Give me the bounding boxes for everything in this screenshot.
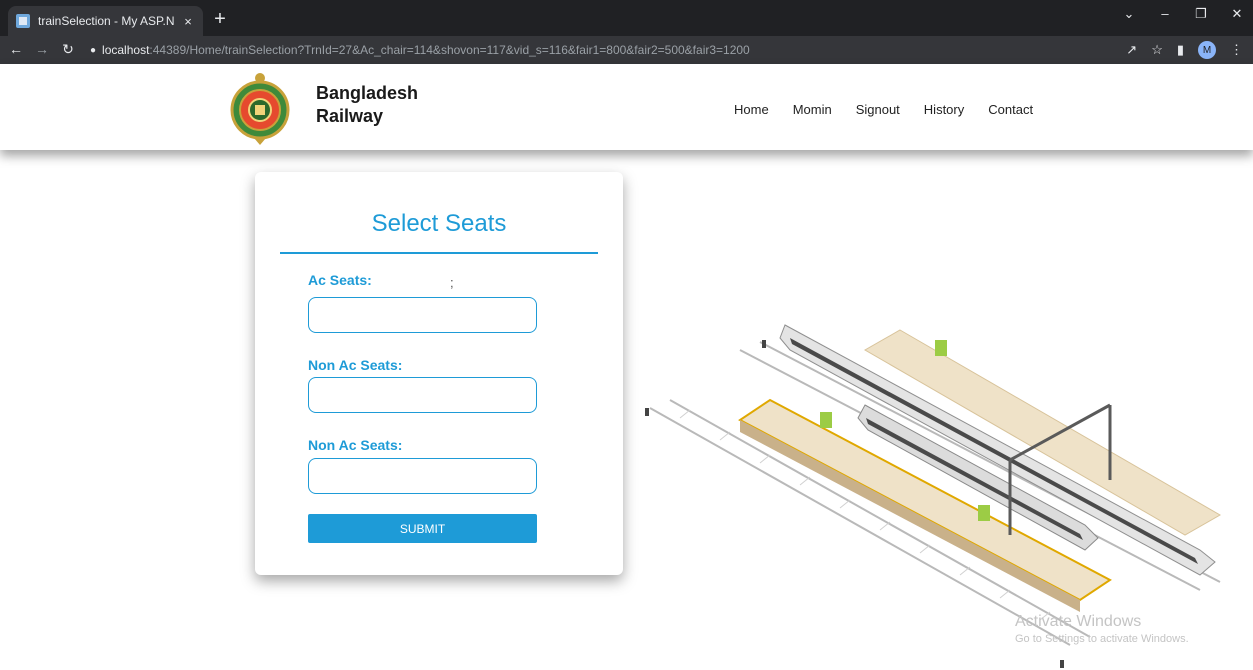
browser-tab[interactable]: trainSelection - My ASP.NET App × — [8, 6, 203, 36]
close-tab-icon[interactable]: × — [181, 14, 195, 29]
seat-selection-card: Select Seats Ac Seats: ; Non Ac Seats: N… — [255, 172, 623, 575]
browser-tab-bar: trainSelection - My ASP.NET App × + ⌄ – … — [0, 0, 1253, 36]
bookmark-star-icon[interactable]: ☆ — [1151, 42, 1163, 58]
reload-icon[interactable]: ↻ — [60, 41, 76, 58]
brand-line-1: Bangladesh — [316, 83, 419, 103]
non-ac-seats-label-2: Non Ac Seats: — [308, 437, 403, 453]
tab-search-icon[interactable]: ⌄ — [1121, 6, 1137, 22]
site-brand[interactable]: Bangladesh Railway — [316, 82, 418, 128]
menu-kebab-icon[interactable]: ⋮ — [1230, 42, 1243, 58]
nav-signout[interactable]: Signout — [856, 102, 900, 117]
nav-user[interactable]: Momin — [793, 102, 832, 117]
toolbar-icons: ↗ ☆ ▮ M ⋮ — [1126, 41, 1243, 59]
bangladesh-railway-logo — [230, 73, 290, 145]
new-tab-button[interactable]: + — [210, 9, 230, 29]
title-divider — [280, 252, 598, 254]
nav-history[interactable]: History — [924, 102, 964, 117]
main-nav: Home Momin Signout History Contact — [734, 102, 1033, 117]
nav-home[interactable]: Home — [734, 102, 769, 117]
close-window-icon[interactable]: ✕ — [1229, 6, 1245, 22]
non-ac-seats-input-2[interactable] — [308, 458, 537, 494]
ac-seats-separator: ; — [450, 275, 454, 290]
tab-title: trainSelection - My ASP.NET App — [38, 14, 175, 28]
browser-toolbar: ← → ↻ ● localhost :44389/Home/trainSelec… — [0, 36, 1253, 64]
form-title: Select Seats — [371, 210, 507, 237]
url-path: :44389/Home/trainSelection?TrnId=27&Ac_c… — [149, 43, 750, 57]
site-header: Bangladesh Railway Home Momin Signout Hi… — [0, 64, 1253, 150]
watermark-title: Activate Windows — [1015, 613, 1142, 630]
side-panel-icon[interactable]: ▮ — [1177, 42, 1184, 58]
activation-watermark: Activate Windows Go to Settings to activ… — [1015, 613, 1189, 645]
profile-avatar[interactable]: M — [1198, 41, 1216, 59]
window-controls: ⌄ – ❐ ✕ — [1121, 6, 1245, 22]
back-arrow-icon[interactable]: ← — [8, 41, 24, 57]
ac-seats-label: Ac Seats: — [308, 272, 372, 288]
address-bar[interactable]: ● localhost :44389/Home/trainSelection?T… — [90, 39, 1170, 61]
restore-icon[interactable]: ❐ — [1193, 6, 1209, 22]
lock-icon: ● — [90, 44, 97, 56]
url-host: localhost — [102, 43, 150, 57]
share-icon[interactable]: ↗ — [1126, 42, 1137, 58]
minimize-icon[interactable]: – — [1157, 6, 1173, 22]
forward-arrow-icon[interactable]: → — [34, 41, 50, 57]
submit-button[interactable]: SUBMIT — [308, 514, 537, 543]
watermark-subtitle: Go to Settings to activate Windows. — [1015, 633, 1189, 645]
non-ac-seats-input-1[interactable] — [308, 377, 537, 413]
non-ac-seats-label-1: Non Ac Seats: — [308, 357, 403, 373]
brand-line-2: Railway — [316, 106, 384, 126]
ac-seats-input[interactable] — [308, 297, 537, 333]
page-favicon-icon — [16, 14, 30, 28]
nav-contact[interactable]: Contact — [988, 102, 1033, 117]
